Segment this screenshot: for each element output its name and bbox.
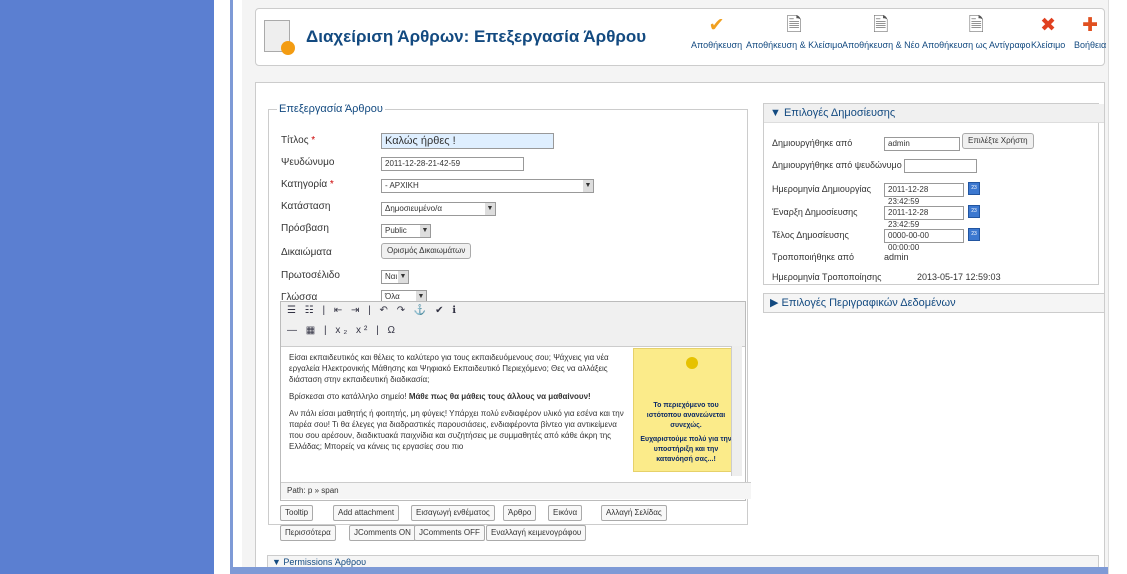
publishing-options-header[interactable]: ▼ Επιλογές Δημοσίευσης <box>764 104 1104 123</box>
editor-scrollbar[interactable] <box>731 346 742 476</box>
set-rights-button[interactable]: Ορισμός Δικαιωμάτων <box>381 243 472 259</box>
content-editor[interactable]: ☰ ☷ | ⇤ ⇥ | ↶ ↷ ⚓ ✔ ℹ — ▦ | x₂ x² | Ω Εί… <box>280 301 751 501</box>
access-row: Πρόσβαση <box>281 223 381 234</box>
calendar-icon[interactable]: 23 <box>968 228 980 241</box>
save-copy-button[interactable]: 🗎 Αποθήκευση ως Αντίγραφο <box>922 15 1031 50</box>
insert-module-button[interactable]: Εισαγωγή ενθέματος <box>411 505 495 521</box>
article-edit-icon <box>264 20 295 55</box>
editor-paragraph-2: Βρίσκεσαι στο κατάλληλο σημείο! Μάθε πως… <box>289 392 591 401</box>
created-by-input[interactable]: admin <box>884 137 960 151</box>
save-button[interactable]: ✔ Αποθήκευση <box>691 15 742 50</box>
state-select[interactable]: Δημοσιευμένο/α ▼ <box>381 202 496 216</box>
image-button[interactable]: Εικόνα <box>548 505 583 521</box>
note-text-1: Το περιεχόμενο του ιστότοπου ανανεώνεται… <box>646 402 726 429</box>
state-label: Κατάσταση <box>281 201 331 212</box>
editor-path: Path: p » span <box>281 482 751 499</box>
chevron-down-icon: ▼ <box>420 225 430 237</box>
title-label: Τίτλος * <box>281 135 316 146</box>
help-button[interactable]: ✚ Βοήθεια <box>1074 15 1106 50</box>
rights-row: Δικαιώματα <box>281 247 381 258</box>
select-user-button[interactable]: Επιλέξτε Χρήστη <box>962 133 1034 149</box>
scrollbar-track[interactable] <box>1108 0 1127 574</box>
pushpin-icon <box>686 357 698 369</box>
created-by-label: Δημιουργήθηκε από <box>772 138 853 148</box>
chevron-down-icon: ▼ <box>398 271 408 283</box>
help-icon: ✚ <box>1082 15 1099 36</box>
note-text-2: Ευχαριστούμε πολύ για την υποστήριξη και… <box>640 436 732 463</box>
category-row: Κατηγορία * <box>281 179 381 190</box>
sticky-note-image: Το περιεχόμενο του ιστότοπου ανανεώνεται… <box>633 348 739 472</box>
calendar-icon[interactable]: 23 <box>968 182 980 195</box>
publish-down-input[interactable]: 0000-00-00 00:00:00 <box>884 229 964 252</box>
jcomments-off-button[interactable]: JComments OFF <box>414 525 485 541</box>
category-label: Κατηγορία * <box>281 179 334 190</box>
access-label: Πρόσβαση <box>281 223 329 234</box>
jcomments-on-button[interactable]: JComments ON <box>349 525 416 541</box>
save-close-icon: 🗎 <box>786 15 802 36</box>
featured-label: Πρωτοσέλιδο <box>281 270 340 281</box>
featured-select[interactable]: Ναι ▼ <box>381 270 409 284</box>
created-date-input[interactable]: 2011-12-28 23:42:59 <box>884 183 964 206</box>
title-input[interactable]: Καλώς ήρθες ! <box>381 133 554 149</box>
rights-label: Δικαιώματα <box>281 247 332 258</box>
calendar-icon[interactable]: 23 <box>968 205 980 218</box>
editor-paragraph-3: Αν πάλι είσαι μαθητής ή φοιτητής, μη φύγ… <box>289 409 624 451</box>
edit-legend: Επεξεργασία Άρθρου <box>279 103 383 115</box>
modified-by-label: Τροποποιήθηκε από <box>772 252 854 262</box>
created-by-alias-label: Δημιουργήθηκε από ψευδώνυμο <box>772 160 902 170</box>
publish-down-label: Τέλος Δημοσίευσης <box>772 230 849 240</box>
article-button[interactable]: Άρθρο <box>503 505 537 521</box>
created-date-label: Ημερομηνία Δημιουργίας <box>772 184 872 194</box>
toggle-editor-button[interactable]: Εναλλαγή κειμενογράφου <box>486 525 587 541</box>
left-background <box>0 0 214 574</box>
content-area: Επεξεργασία Άρθρου Τίτλος * Καλώς ήρθες … <box>255 82 1105 567</box>
save-copy-icon: 🗎 <box>968 15 984 36</box>
edit-article-fieldset: Επεξεργασία Άρθρου Τίτλος * Καλώς ήρθες … <box>268 103 751 541</box>
pagebreak-button[interactable]: Αλλαγή Σελίδας <box>601 505 667 521</box>
save-new-button[interactable]: 🗎 Αποθήκευση & Νέο <box>842 15 920 50</box>
publish-up-input[interactable]: 2011-12-28 23:42:59 <box>884 206 964 229</box>
editor-paragraph-1: Είσαι εκπαιδευτικός και θέλεις το καλύτε… <box>289 353 609 384</box>
toolbar: Διαχείριση Άρθρων: Επεξεργασία Άρθρου ✔ … <box>255 8 1106 66</box>
title-row: Τίτλος * <box>281 135 381 146</box>
permissions-header[interactable]: ▼ Permissions Άρθρου <box>267 555 1099 567</box>
modified-date-value: 2013-05-17 12:59:03 <box>917 272 1001 282</box>
alias-input[interactable]: 2011-12-28-21-42-59 <box>381 157 524 171</box>
category-select[interactable]: - ΑΡΧΙΚΗ ▼ <box>381 179 594 193</box>
check-icon: ✔ <box>708 15 725 36</box>
admin-page: Διαχείριση Άρθρων: Επεξεργασία Άρθρου ✔ … <box>242 0 1127 567</box>
publish-up-label: Έναρξη Δημοσίευσης <box>772 207 858 217</box>
editor-toolbar: ☰ ☷ | ⇤ ⇥ | ↶ ↷ ⚓ ✔ ℹ — ▦ | x₂ x² | Ω <box>281 302 745 347</box>
created-by-alias-input[interactable] <box>904 159 977 173</box>
modified-date-label: Ημερομηνία Τροποποίησης <box>772 272 882 282</box>
featured-row: Πρωτοσέλιδο <box>281 270 381 281</box>
alias-label: Ψευδώνυμο <box>281 157 335 168</box>
tooltip-button[interactable]: Tooltip <box>280 505 314 521</box>
editor-text[interactable]: Είσαι εκπαιδευτικός και θέλεις το καλύτε… <box>289 352 629 458</box>
save-new-icon: 🗎 <box>873 15 889 36</box>
readmore-button[interactable]: Περισσότερα <box>280 525 336 541</box>
chevron-down-icon: ▼ <box>485 203 495 215</box>
modified-by-value: admin <box>884 252 909 262</box>
editor-toolbar-row-1[interactable]: ☰ ☷ | ⇤ ⇥ | ↶ ↷ ⚓ ✔ ℹ <box>287 305 459 316</box>
close-icon: ✖ <box>1040 15 1057 36</box>
metadata-options-header[interactable]: ▶ Επιλογές Περιγραφικών Δεδομένων <box>763 293 1105 313</box>
editor-toolbar-row-2[interactable]: — ▦ | x₂ x² | Ω <box>287 325 398 336</box>
state-row: Κατάσταση <box>281 201 381 212</box>
bottom-border <box>233 567 1127 574</box>
divider-line <box>230 0 233 574</box>
access-select[interactable]: Public ▼ <box>381 224 431 238</box>
page-title: Διαχείριση Άρθρων: Επεξεργασία Άρθρου <box>306 27 647 46</box>
add-attachment-button[interactable]: Add attachment <box>333 505 400 521</box>
alias-row: Ψευδώνυμο <box>281 157 381 168</box>
close-button[interactable]: ✖ Κλείσιμο <box>1031 15 1065 50</box>
chevron-down-icon: ▼ <box>583 180 593 192</box>
save-close-button[interactable]: 🗎 Αποθήκευση & Κλείσιμο <box>746 15 842 50</box>
publishing-options-panel: ▼ Επιλογές Δημοσίευσης Δημιουργήθηκε από… <box>763 103 1104 285</box>
